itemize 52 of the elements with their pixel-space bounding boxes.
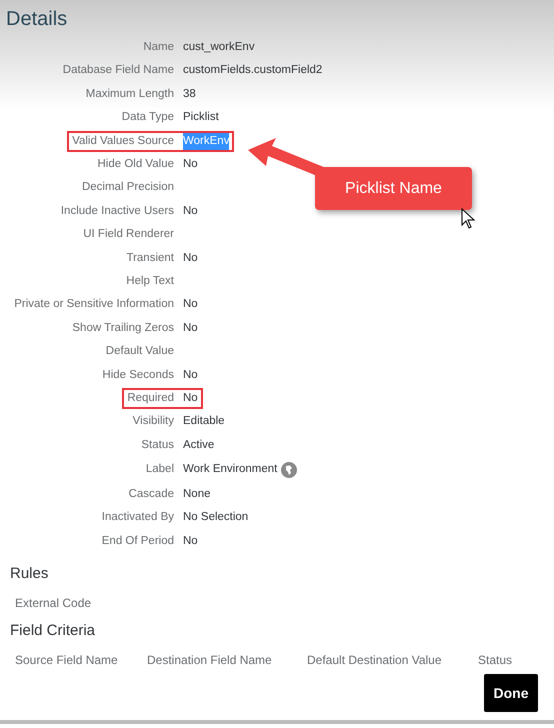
field-label: Private or Sensitive Information [14,297,174,312]
done-button[interactable]: Done [484,674,538,712]
column-header: External Code [15,594,92,612]
mouse-pointer-icon [461,208,476,230]
field-label: Status [141,438,174,453]
field-value: No [183,157,198,172]
field-label: Name [143,40,174,56]
field-label: Hide Old Value [98,157,174,172]
field-label: End Of Period [102,534,174,549]
field-value: Editable [183,414,225,430]
globe-icon[interactable] [281,462,298,478]
dialog-title: Details [5,7,68,32]
field-label: Show Trailing Zeros [72,320,174,336]
column-header: Source Field Name [15,653,118,668]
field-label: UI Field Renderer [83,227,174,242]
field-value: No [183,390,198,406]
field-label: Label [146,462,174,478]
field-label: Transient [126,250,174,266]
field-value: None [183,487,210,502]
field-value: No [183,204,198,219]
section-title: Rules [10,564,48,584]
field-label: Help Text [126,274,174,289]
field-value: 38 [183,86,196,102]
field-label: Visibility [132,414,174,430]
field-value: No [183,320,198,336]
field-label: Include Inactive Users [60,204,174,219]
field-label: Default Value [106,344,174,360]
field-value: Work Environment [183,462,278,478]
field-value: No Selection [183,510,248,526]
section-title: Field Criteria [10,620,96,641]
field-label: Hide Seconds [102,368,174,383]
field-value: No [183,368,198,383]
field-label: Valid Values Source [72,134,174,149]
field-label: Decimal Precision [82,180,174,196]
field-value: No [183,297,198,312]
field-label: Data Type [122,110,174,126]
field-value: No [183,534,198,549]
field-label: Maximum Length [86,86,174,102]
field-value: Picklist [183,110,219,126]
field-label: Database Field Name [62,63,174,78]
field-value: WorkEnv [183,132,230,150]
callout: Picklist Name [315,167,472,210]
field-value: customFields.customField2 [183,63,322,78]
field-label: Cascade [128,487,174,502]
field-value: cust_workEnv [183,40,255,56]
column-header: Status [478,653,512,668]
column-header: Default Destination Value [307,653,442,668]
field-value: Active [183,438,214,453]
field-label: Required [127,390,174,406]
field-value: No [183,250,198,266]
field-label: Inactivated By [102,510,174,526]
column-header: Destination Field Name [147,653,272,668]
